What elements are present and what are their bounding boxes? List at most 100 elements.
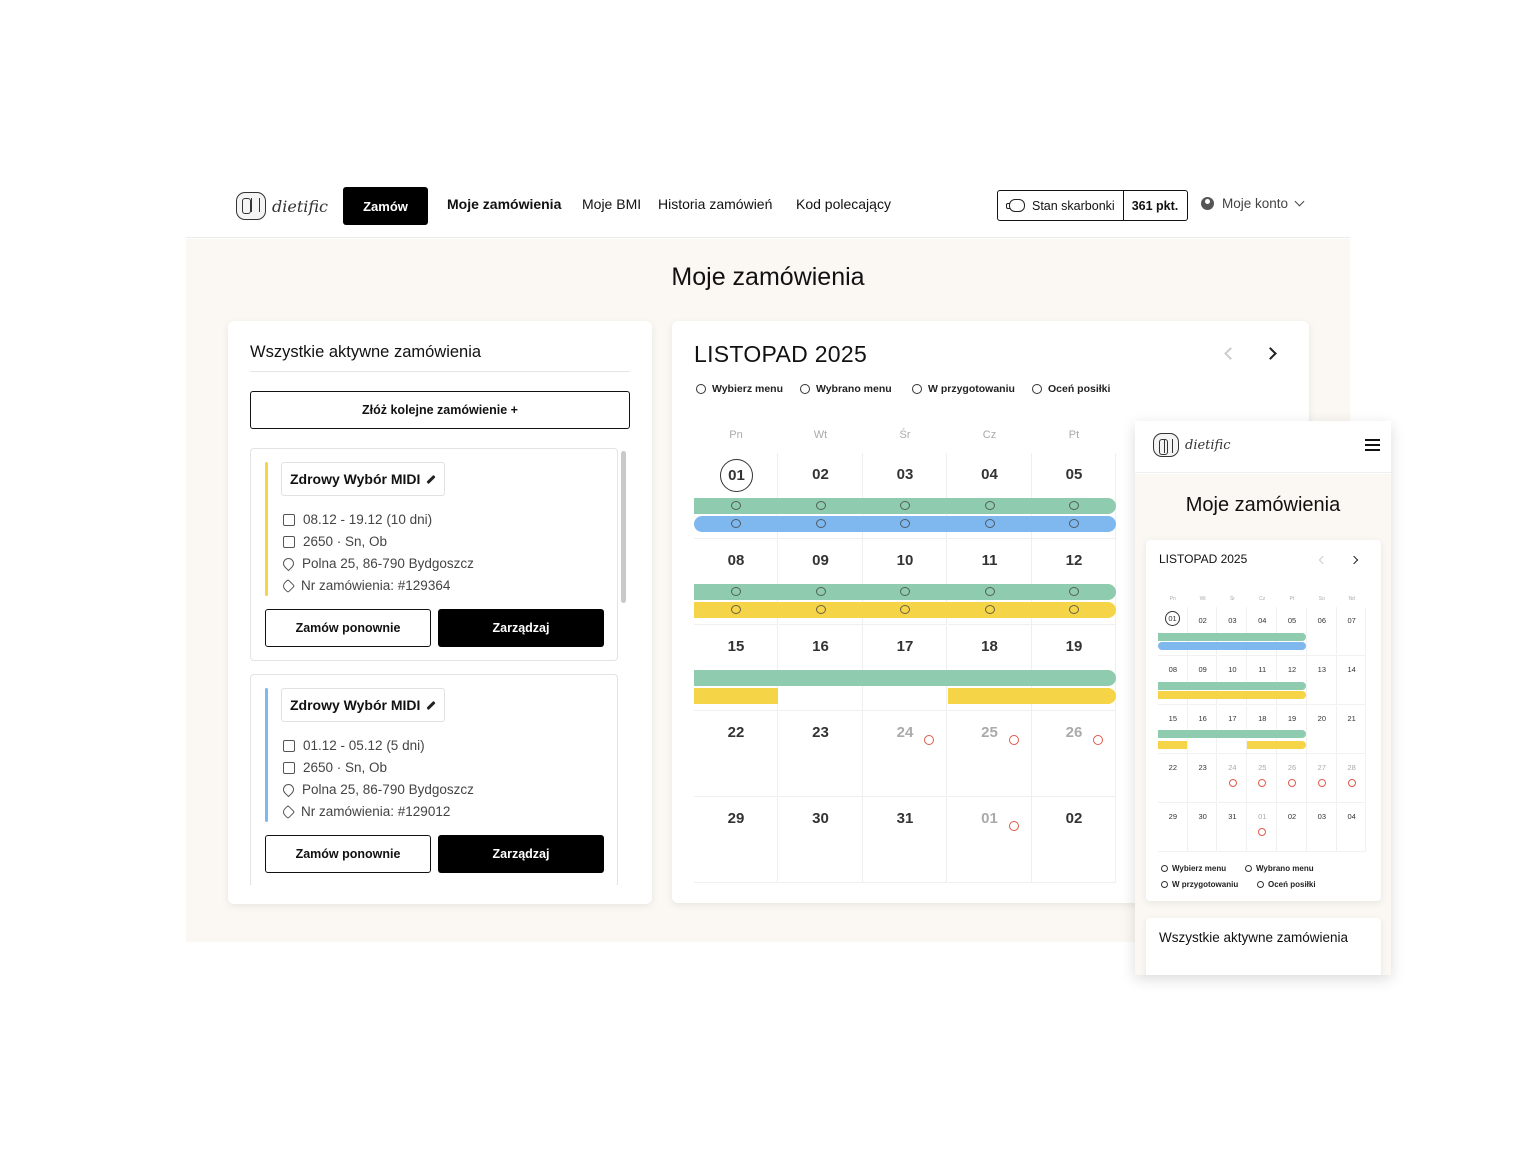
calendar-day-cell[interactable]: 06 <box>1307 607 1337 656</box>
day-number: 15 <box>727 638 745 655</box>
order-address: Polna 25, 86-790 Bydgoszcz <box>302 556 474 571</box>
orders-list[interactable]: Zdrowy Wybór MIDI 08.12 - 19.12 (10 dni)… <box>250 448 630 885</box>
logo[interactable]: dietific <box>1153 433 1231 457</box>
order-dates-row: 08.12 - 19.12 (10 dni) <box>283 512 432 527</box>
calendar-day-cell[interactable]: 22 <box>694 711 778 797</box>
logo-icon <box>1153 433 1179 457</box>
calendar-day-cell[interactable]: 22 <box>1158 754 1188 803</box>
calendar-day-cell[interactable]: 30 <box>1187 803 1218 852</box>
calendar-day-cell[interactable]: 13 <box>1307 656 1337 705</box>
new-order-button[interactable]: Złóż kolejne zamówienie + <box>250 391 630 429</box>
prev-month-arrow-icon[interactable] <box>1318 555 1328 565</box>
legend-label: Wybrano menu <box>1256 864 1314 873</box>
calendar-day-cell[interactable]: 25 <box>947 711 1032 797</box>
day-number: 23 <box>1198 763 1207 772</box>
calendar-day-cell[interactable]: 31 <box>863 797 947 883</box>
legend-rate-meals: Oceń posiłki <box>1032 383 1110 395</box>
calendar-day-cell[interactable]: 01 <box>1247 803 1278 852</box>
day-number: 09 <box>1198 665 1207 674</box>
day-number: 04 <box>1347 812 1356 821</box>
calendar-day-cell[interactable]: 02 <box>1032 797 1116 883</box>
page-title: Moje zamówienia <box>671 263 865 291</box>
calendar-day-cell[interactable]: 04 <box>1336 803 1367 852</box>
calendar-day-cell[interactable]: 26 <box>1032 711 1116 797</box>
weekday-header: So <box>1318 596 1325 602</box>
alert-icon <box>1258 779 1267 787</box>
meal-status-band <box>1158 633 1306 641</box>
list-icon <box>283 761 295 774</box>
calendar-day-cell[interactable]: 24 <box>1217 754 1248 803</box>
order-name-chip[interactable]: Zdrowy Wybór MIDI <box>281 462 446 496</box>
check-circle-icon <box>984 587 995 596</box>
wallet-points: 361 pkt. <box>1131 198 1179 213</box>
reorder-button[interactable]: Zamów ponownie <box>265 609 431 647</box>
calendar-day-cell[interactable]: 03 <box>1307 803 1337 852</box>
calendar-day-cell[interactable]: 24 <box>863 711 947 797</box>
day-number: 16 <box>812 638 829 655</box>
star-icon <box>1032 384 1042 394</box>
piggy-bank-icon <box>1006 199 1025 212</box>
calendar-day-cell[interactable]: 21 <box>1336 705 1367 754</box>
calendar-day-cell[interactable]: 28 <box>1336 754 1367 803</box>
nav-referral-code[interactable]: Kod polecający <box>796 196 891 212</box>
pencil-icon[interactable] <box>426 700 437 710</box>
pencil-icon[interactable] <box>426 474 437 484</box>
day-number: 16 <box>1198 714 1207 723</box>
order-button[interactable]: Zamów <box>343 187 428 225</box>
calendar-day-cell[interactable]: 30 <box>778 797 863 883</box>
calendar-day-cell[interactable]: 20 <box>1307 705 1337 754</box>
calendar-day-cell[interactable]: 02 <box>1277 803 1307 852</box>
mobile-preview: dietific Moje zamówienia LISTOPAD 2025 P… <box>1135 421 1391 975</box>
alert-icon <box>924 735 934 745</box>
calendar-day-cell[interactable]: 17 <box>863 625 947 711</box>
wallet-button[interactable]: Stan skarbonki 361 pkt. <box>997 190 1188 221</box>
nav-my-bmi[interactable]: Moje BMI <box>582 196 641 212</box>
nav-order-history[interactable]: Historia zamówień <box>658 196 772 212</box>
fork-knife-icon <box>984 605 995 614</box>
alert-icon <box>1318 779 1326 787</box>
day-number: 12 <box>1065 552 1083 569</box>
order-plan-row: 2650 · Sn, Ob <box>283 760 387 775</box>
day-number: 04 <box>981 466 998 483</box>
order-number: Nr zamówienia: #129364 <box>301 578 451 593</box>
day-number: 18 <box>1258 714 1267 723</box>
orders-panel: Wszystkie aktywne zamówienia Złóż kolejn… <box>228 321 652 904</box>
day-number: 19 <box>1065 638 1083 655</box>
calendar-day-cell[interactable]: 29 <box>694 797 778 883</box>
calendar-day-cell[interactable]: 27 <box>1307 754 1337 803</box>
status-icon <box>815 501 826 510</box>
prev-month-arrow-icon[interactable] <box>1224 347 1237 360</box>
scrollbar[interactable] <box>621 451 626 603</box>
calendar-day-cell[interactable]: 23 <box>778 711 863 797</box>
day-number: 01 <box>981 810 998 827</box>
list-icon <box>283 535 295 548</box>
order-card: Zdrowy Wybór MIDI 01.12 - 05.12 (5 dni) … <box>250 674 618 885</box>
next-month-arrow-icon[interactable] <box>1264 347 1277 360</box>
tag-icon <box>280 578 296 593</box>
nav-my-orders[interactable]: Moje zamówienia <box>447 196 561 212</box>
calendar-day-cell[interactable]: 07 <box>1336 607 1367 656</box>
calendar-day-cell[interactable]: 26 <box>1277 754 1307 803</box>
account-menu[interactable]: Moje konto <box>1201 196 1305 211</box>
order-name-chip[interactable]: Zdrowy Wybór MIDI <box>281 688 446 722</box>
calendar-day-cell[interactable]: 14 <box>1336 656 1367 705</box>
order-dates: 08.12 - 19.12 (10 dni) <box>303 512 433 527</box>
alert-icon <box>1258 828 1267 836</box>
calendar-day-cell[interactable]: 31 <box>1217 803 1248 852</box>
calendar-day-cell[interactable]: 01 <box>947 797 1032 883</box>
fork-knife-icon <box>815 605 826 614</box>
calendar-day-cell[interactable]: 29 <box>1158 803 1188 852</box>
alert-icon <box>1228 779 1237 787</box>
manage-button[interactable]: Zarządzaj <box>438 835 604 873</box>
reorder-button[interactable]: Zamów ponownie <box>265 835 431 873</box>
logo-text: dietific <box>1185 437 1231 453</box>
calendar-day-cell[interactable]: 16 <box>778 625 863 711</box>
calendar-day-cell[interactable]: 25 <box>1247 754 1278 803</box>
logo[interactable]: dietific <box>236 192 328 220</box>
calendar-day-cell[interactable]: 23 <box>1187 754 1218 803</box>
next-month-arrow-icon[interactable] <box>1349 555 1359 565</box>
weekday-header: Cz <box>1259 596 1266 602</box>
hamburger-menu-icon[interactable] <box>1365 439 1380 451</box>
day-number: 29 <box>727 810 745 827</box>
manage-button[interactable]: Zarządzaj <box>438 609 604 647</box>
